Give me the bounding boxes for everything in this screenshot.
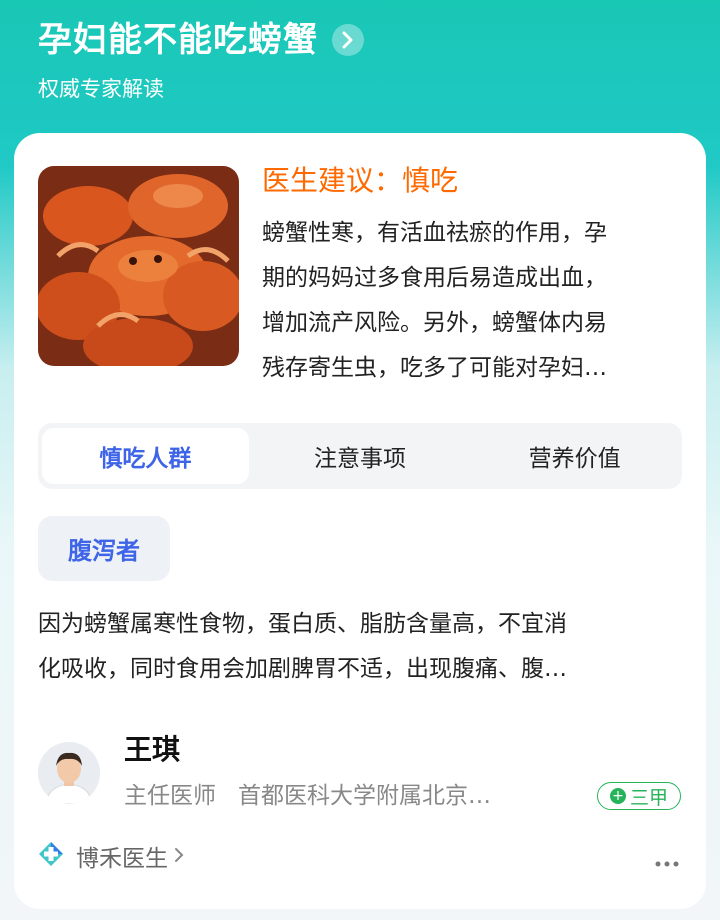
advice-line: 增加流产风险。另外，螃蟹体内易 — [262, 310, 607, 336]
header: 孕妇能不能吃螃蟹 权威专家解读 — [0, 0, 720, 140]
doctor-name[interactable]: 王琪 — [124, 730, 180, 770]
group-description[interactable]: 因为螃蟹属寒性食物，蛋白质、脂肪含量高，不宜消 化吸收，同时食用会加剧脾胃不适，… — [38, 602, 684, 692]
page-title[interactable]: 孕妇能不能吃螃蟹 — [38, 18, 318, 62]
tab-risk-groups[interactable]: 慎吃人群 — [42, 428, 249, 484]
source-link[interactable]: 博禾医生 — [38, 839, 184, 873]
plus-icon: + — [609, 788, 626, 804]
hospital-grade-badge: + 三甲 — [597, 782, 681, 810]
title-row[interactable]: 孕妇能不能吃螃蟹 — [38, 18, 364, 62]
tab-precautions[interactable]: 注意事项 — [257, 428, 464, 484]
advice-title: 医生建议：慎吃 — [262, 164, 459, 197]
avatar[interactable] — [38, 742, 100, 804]
crab-photo — [38, 166, 239, 366]
advice-text[interactable]: 螃蟹性寒，有活血祛瘀的作用，孕 期的妈妈过多食用后易造成出血， 增加流产风险。另… — [262, 211, 690, 391]
advice-line: 期的妈妈过多食用后易造成出血， — [262, 265, 607, 291]
tab-bar: 慎吃人群 注意事项 营养价值 — [38, 423, 682, 489]
advice-line: 螃蟹性寒，有活血祛瘀的作用，孕 — [262, 220, 607, 246]
doctor-hospital: 首都医科大学附属北京… — [238, 783, 491, 809]
source-label: 博禾医生 — [76, 846, 168, 872]
description-line: 因为螃蟹属寒性食物，蛋白质、脂肪含量高，不宜消 — [38, 611, 567, 637]
tab-nutrition[interactable]: 营养价值 — [471, 428, 678, 484]
description-line: 化吸收，同时食用会加剧脾胃不适，出现腹痛、腹… — [38, 656, 567, 682]
grade-label: 三甲 — [629, 786, 668, 809]
doctor-title: 主任医师 — [124, 783, 216, 809]
answer-card: 医生建议：慎吃 螃蟹性寒，有活血祛瘀的作用，孕 期的妈妈过多食用后易造成出血， … — [14, 133, 706, 909]
more-dots-icon[interactable] — [654, 849, 680, 874]
chevron-right-icon[interactable] — [332, 24, 364, 56]
doctor-info: 主任医师 首都医科大学附属北京… — [124, 779, 513, 813]
bohe-logo-icon — [38, 841, 64, 871]
group-tag[interactable]: 腹泻者 — [38, 516, 170, 581]
advice-line: 残存寄生虫，吃多了可能对孕妇… — [262, 355, 607, 381]
chevron-right-icon — [174, 844, 184, 869]
page-subtitle: 权威专家解读 — [38, 77, 164, 101]
